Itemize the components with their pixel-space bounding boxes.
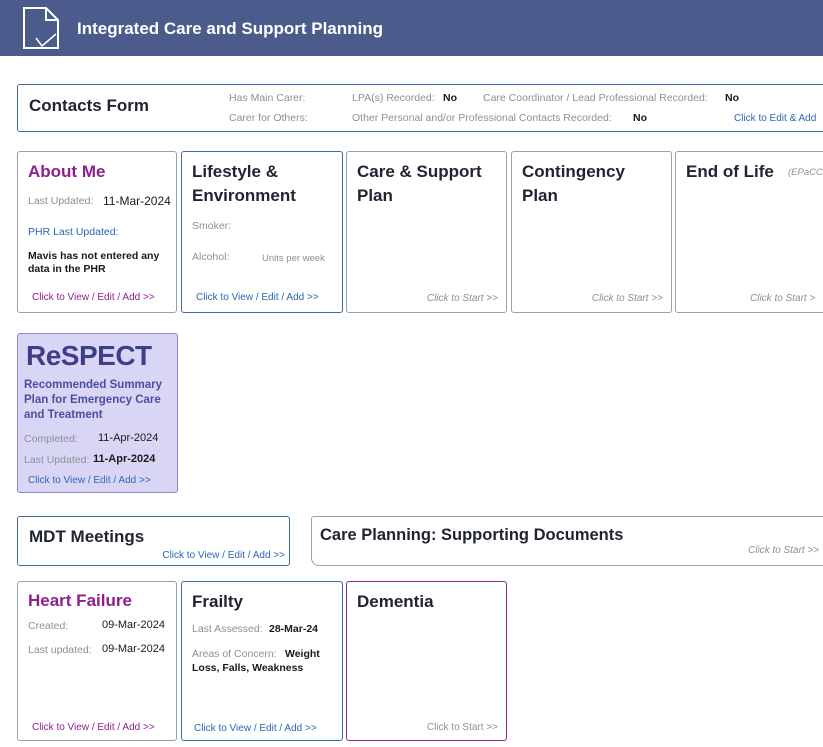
care-support-plan-card[interactable]: Care & Support Plan Click to Start >> <box>346 151 507 313</box>
supporting-documents-start-link[interactable]: Click to Start >> <box>748 545 819 556</box>
end-of-life-start-link[interactable]: Click to Start > <box>750 293 815 304</box>
heart-failure-link[interactable]: Click to View / Edit / Add >> <box>32 722 155 733</box>
end-of-life-card[interactable]: End of Life (EPaCCS) Click to Start > <box>675 151 823 313</box>
respect-logo: ReSPECT <box>26 340 152 371</box>
frailty-areas-value-2: Loss, Falls, Weakness <box>192 662 304 674</box>
contacts-form-title: Contacts Form <box>29 96 149 115</box>
frailty-assessed-label: Last Assessed: <box>192 623 263 635</box>
about-me-card[interactable]: About Me Last Updated: 11-Mar-2024 PHR L… <box>17 151 177 313</box>
coordinator-label: Care Coordinator / Lead Professional Rec… <box>483 92 708 104</box>
hf-created-label: Created: <box>28 620 69 632</box>
about-me-updated-label: Last Updated: <box>28 195 94 207</box>
frailty-card[interactable]: Frailty Last Assessed: 28-Mar-24 Areas o… <box>181 581 343 741</box>
frailty-assessed-value: 28-Mar-24 <box>269 623 319 635</box>
lpa-value: No <box>443 92 457 104</box>
contacts-edit-link[interactable]: Click to Edit & Add <box>734 113 816 124</box>
document-icon <box>23 7 59 49</box>
other-contacts-label: Other Personal and/or Professional Conta… <box>352 112 612 124</box>
frailty-areas-value-1: Weight <box>285 648 320 660</box>
contingency-title-line2: Plan <box>522 186 558 205</box>
app-header: Integrated Care and Support Planning <box>0 0 823 56</box>
end-of-life-subtitle: (EPaCCS) <box>788 167 823 178</box>
coordinator-value: No <box>725 92 739 104</box>
contacts-form-card[interactable]: Contacts Form Has Main Carer: Carer for … <box>17 84 823 132</box>
lifestyle-card[interactable]: Lifestyle & Environment Smoker: Alcohol:… <box>181 151 343 313</box>
smoker-label: Smoker: <box>192 220 232 232</box>
respect-card[interactable]: ReSPECT Recommended Summary Plan for Eme… <box>17 333 178 493</box>
heart-failure-card[interactable]: Heart Failure Created: 09-Mar-2024 Last … <box>17 581 177 741</box>
respect-link[interactable]: Click to View / Edit / Add >> <box>28 475 151 486</box>
hf-updated-label: Last updated: <box>28 644 92 656</box>
mdt-title: MDT Meetings <box>29 527 145 546</box>
respect-description: Recommended Summary Plan for Emergency C… <box>24 379 163 421</box>
alcohol-units: Units per week <box>262 253 325 264</box>
frailty-areas-label: Areas of Concern: <box>192 648 277 660</box>
heart-failure-title: Heart Failure <box>28 591 132 610</box>
contingency-plan-card[interactable]: Contingency Plan Click to Start >> <box>511 151 672 313</box>
alcohol-label: Alcohol: <box>192 251 230 263</box>
end-of-life-title: End of Life <box>686 162 774 181</box>
about-me-title: About Me <box>28 162 106 181</box>
phr-note: Mavis has not entered any data in the PH… <box>28 250 160 275</box>
dementia-title: Dementia <box>357 592 434 611</box>
contingency-title-line1: Contingency <box>522 162 625 181</box>
respect-updated-label: Last Updated: <box>24 454 90 466</box>
supporting-documents-card[interactable]: Care Planning: Supporting Documents Clic… <box>311 516 823 566</box>
care-support-title-line1: Care & Support <box>357 162 482 181</box>
care-support-start-link[interactable]: Click to Start >> <box>427 293 498 304</box>
frailty-link[interactable]: Click to View / Edit / Add >> <box>194 723 317 734</box>
lifestyle-title-line2: Environment <box>192 186 296 205</box>
frailty-title: Frailty <box>192 592 244 611</box>
page-title: Integrated Care and Support Planning <box>77 19 384 38</box>
contingency-start-link[interactable]: Click to Start >> <box>592 293 663 304</box>
respect-completed-value: 11-Apr-2024 <box>98 432 159 444</box>
dementia-card[interactable]: Dementia Click to Start >> <box>346 581 507 741</box>
about-me-link[interactable]: Click to View / Edit / Add >> <box>32 292 155 303</box>
carer-for-others-label: Carer for Others: <box>229 112 308 124</box>
lifestyle-link[interactable]: Click to View / Edit / Add >> <box>196 292 319 303</box>
supporting-documents-title: Care Planning: Supporting Documents <box>320 526 624 544</box>
lifestyle-title-line1: Lifestyle & <box>192 162 278 181</box>
mdt-link[interactable]: Click to View / Edit / Add >> <box>162 550 285 561</box>
mdt-meetings-card[interactable]: MDT Meetings Click to View / Edit / Add … <box>17 516 290 566</box>
respect-updated-value: 11-Apr-2024 <box>93 453 156 465</box>
hf-created-value: 09-Mar-2024 <box>102 619 165 631</box>
hf-updated-value: 09-Mar-2024 <box>102 643 165 655</box>
dementia-start-link[interactable]: Click to Start >> <box>427 722 498 733</box>
has-main-carer-label: Has Main Carer: <box>229 92 306 104</box>
phr-updated-label: PHR Last Updated: <box>28 226 119 238</box>
lpa-label: LPA(s) Recorded: <box>352 92 435 104</box>
other-contacts-value: No <box>633 112 647 124</box>
care-support-title-line2: Plan <box>357 186 393 205</box>
about-me-updated-value: 11-Mar-2024 <box>103 194 171 208</box>
respect-completed-label: Completed: <box>24 433 78 445</box>
